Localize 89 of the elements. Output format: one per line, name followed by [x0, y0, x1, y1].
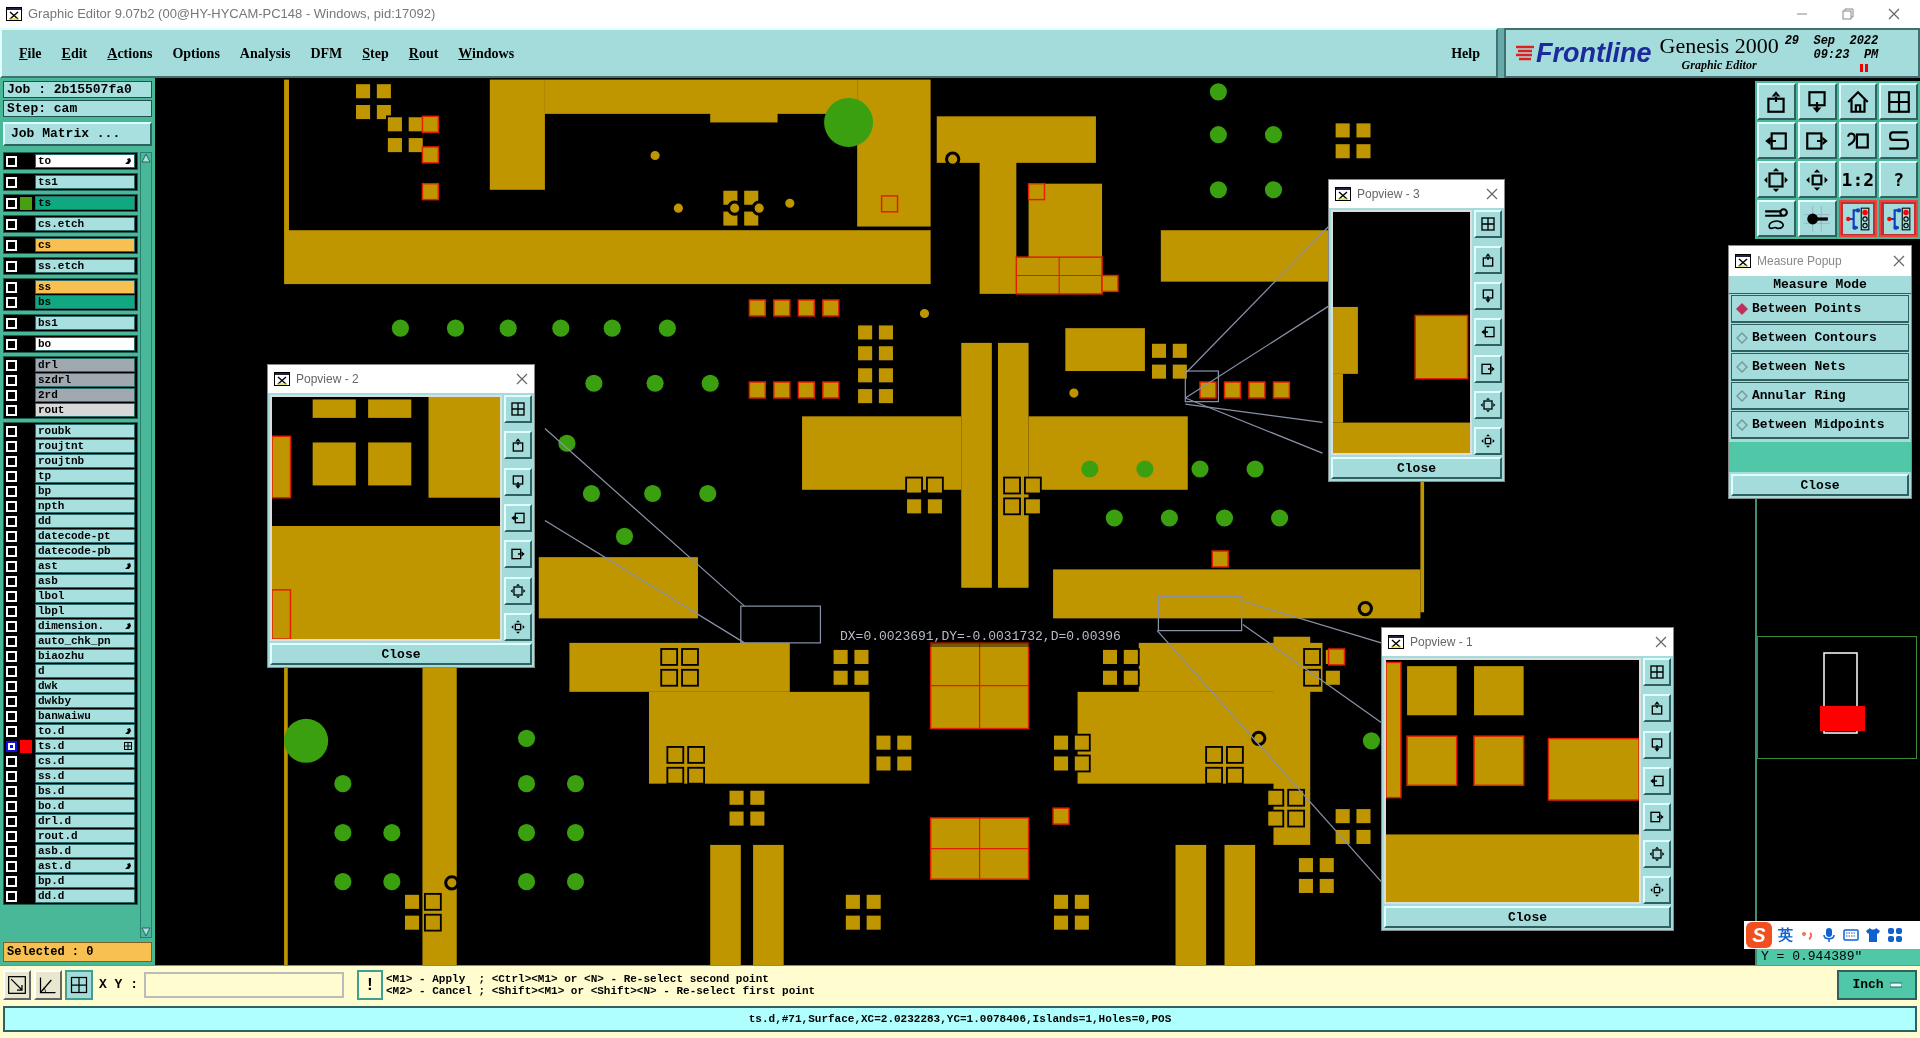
layer-label[interactable]: npth [35, 499, 135, 513]
layer-label[interactable]: dd [35, 514, 135, 528]
popview-title: Popview - 1 [1410, 634, 1474, 651]
popview-title: Popview - 2 [296, 371, 360, 388]
layer-label[interactable]: roujtnt [35, 439, 135, 453]
layer-label[interactable]: to [35, 154, 135, 168]
layer-label[interactable]: lbol [35, 589, 135, 603]
xy-label: X Y : [98, 975, 139, 994]
layer-label[interactable]: d [35, 664, 135, 678]
layer-label[interactable]: dwk [35, 679, 135, 693]
layer-label[interactable]: datecode-pb [35, 544, 135, 558]
menu-item[interactable]: Actions [98, 38, 162, 68]
layer-label[interactable]: 2rd [35, 388, 135, 402]
measure-mode-option[interactable]: Between Contours [1731, 324, 1909, 352]
menu-item[interactable]: Windows [449, 38, 524, 68]
layer-label[interactable]: rout [35, 403, 135, 417]
brand-logo: Frontline [1536, 39, 1652, 67]
layer-label[interactable]: dimension. [35, 619, 135, 633]
measure-mode-heading: Measure Mode [1729, 276, 1911, 294]
layer-label[interactable]: ts.d [35, 739, 135, 753]
popup-title: Measure Popup [1757, 253, 1843, 270]
layer-label[interactable]: lbpl [35, 604, 135, 618]
layer-label[interactable]: bs [35, 295, 135, 309]
measure-mode-option[interactable]: Between Midpoints [1731, 411, 1909, 439]
layer-label[interactable]: ast [35, 559, 135, 573]
layer-label[interactable]: tp [35, 469, 135, 483]
menu-item[interactable]: DFM [301, 38, 352, 68]
layer-label[interactable]: dd.d [35, 889, 135, 903]
layer-label[interactable]: roujtnb [35, 454, 135, 468]
layer-label[interactable]: drl [35, 358, 135, 372]
layer-label[interactable]: ss.d [35, 769, 135, 783]
close-button[interactable]: Close [1731, 474, 1909, 496]
menu-item[interactable]: File [10, 38, 51, 68]
layer-label[interactable]: szdrl [35, 373, 135, 387]
layer-label[interactable]: cs [35, 238, 135, 252]
layer-label[interactable]: asb.d [35, 844, 135, 858]
layer-label[interactable]: bs1 [35, 316, 135, 330]
layer-label[interactable]: cs.etch [35, 217, 135, 231]
ime-logo: S [1746, 922, 1772, 948]
product-name: Genesis 2000 [1659, 34, 1779, 58]
close-button[interactable]: Close [270, 643, 532, 665]
layer-label[interactable]: asb [35, 574, 135, 588]
selected-count: Selected : 0 [3, 942, 152, 962]
layer-label[interactable]: bp [35, 484, 135, 498]
menu-item[interactable]: Analysis [230, 38, 300, 68]
menu-item[interactable]: Edit [52, 38, 97, 68]
layer-label[interactable]: roubk [35, 424, 135, 438]
layer-label[interactable]: bo [35, 337, 135, 351]
layer-label[interactable]: to.d [35, 724, 135, 738]
layer-label[interactable]: ts [35, 196, 135, 210]
date-text: 29 Sep 2022 [1784, 34, 1879, 48]
product-subtitle: Graphic Editor [1681, 58, 1757, 72]
layer-label[interactable]: auto_chk_pn [35, 634, 135, 648]
menu-item[interactable]: Step [353, 38, 398, 68]
close-button[interactable]: Close [1331, 457, 1502, 479]
units-dropdown[interactable]: Inch [1837, 969, 1917, 1000]
popview-title: Popview - 3 [1357, 186, 1421, 203]
measure-mode-option[interactable]: Between Points [1731, 295, 1909, 323]
layer-label[interactable]: ss.etch [35, 259, 135, 273]
measure-mode-option[interactable]: Annular Ring [1731, 382, 1909, 410]
alert-button[interactable]: ! [357, 969, 383, 1000]
menu-item[interactable]: Rout [399, 38, 448, 68]
close-button[interactable]: Close [1384, 906, 1671, 928]
layer-label[interactable]: datecode-pt [35, 529, 135, 543]
measure-mode-option[interactable]: Between Nets [1731, 353, 1909, 381]
job-name: Job : 2b15507fa0 [3, 81, 152, 98]
time-text: 09:23 PM [1813, 48, 1879, 62]
prompt-text: <M1> - Apply ; <Ctrl><M1> or <N> - Re-select second point [386, 972, 770, 985]
layer-label[interactable]: biaozhu [35, 649, 135, 663]
layer-label[interactable]: ast.d [35, 859, 135, 873]
layer-label[interactable]: drl.d [35, 814, 135, 828]
step-name: Step: cam [3, 100, 152, 117]
layer-label[interactable]: cs.d [35, 754, 135, 768]
layer-label[interactable]: bo.d [35, 799, 135, 813]
job-matrix-button[interactable]: Job Matrix ... [3, 122, 152, 146]
layer-label[interactable]: dwkby [35, 694, 135, 708]
layer-label[interactable]: rout.d [35, 829, 135, 843]
menu-item[interactable]: Options [163, 38, 229, 68]
prompt-text: <M2> - Cancel ; <Shift><M1> or <Shift><N> - Re-select first point [386, 984, 816, 997]
toolbar-button[interactable]: ? [1879, 161, 1918, 198]
layer-label[interactable]: ss [35, 280, 135, 294]
input-mode-toggle[interactable]: 英 [1778, 923, 1793, 947]
toolbar-button[interactable]: 1:2 [1838, 161, 1878, 198]
window-title: Graphic Editor 9.07b2 (00@HY-HYCAM-PC148 - Windows, pid:17092) [28, 5, 437, 24]
layer-label[interactable]: banwaiwu [35, 709, 135, 723]
menu-item[interactable]: Help [1443, 38, 1488, 68]
layer-label[interactable]: bp.d [35, 874, 135, 888]
layer-label[interactable]: ts1 [35, 175, 135, 189]
layer-label[interactable]: bs.d [35, 784, 135, 798]
